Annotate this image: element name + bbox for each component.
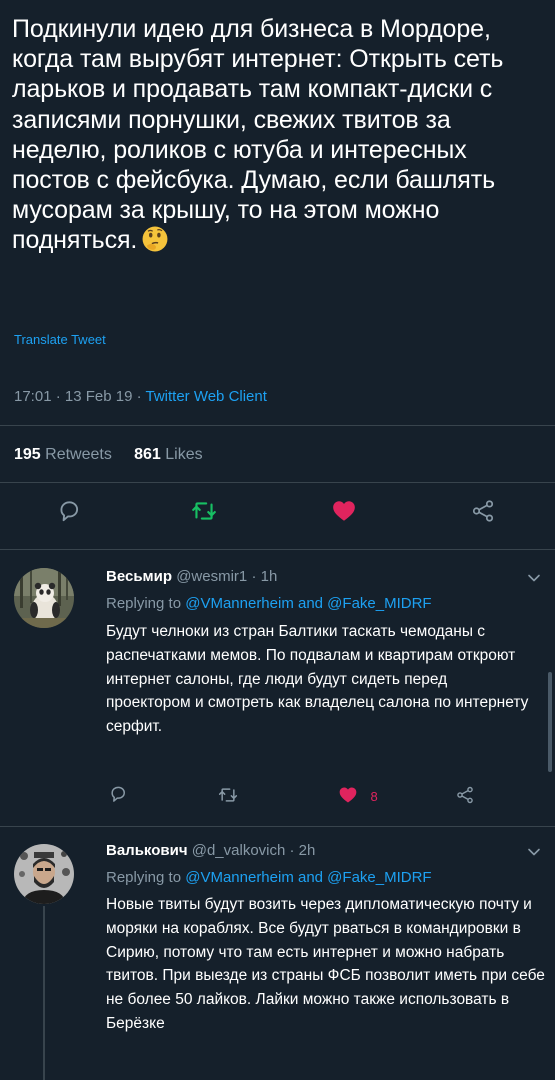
thinking-face-emoji	[142, 226, 168, 252]
divider	[0, 482, 555, 483]
tweet-text: Подкинули идею для бизнеса в Мордоре, ко…	[12, 14, 548, 256]
avatar[interactable]	[14, 568, 74, 628]
reply-icon[interactable]	[108, 784, 128, 804]
tweet-client-link[interactable]: Twitter Web Client	[145, 388, 266, 405]
retweets-count[interactable]: 195	[14, 446, 41, 463]
reply-author[interactable]: Весьмир @wesmir1 · 1h	[106, 568, 277, 585]
reply-text: Будут челноки из стран Балтики таскать ч…	[106, 623, 529, 736]
tweet-time: 17:01 · 13 Feb 19 ·	[14, 388, 146, 405]
retweet-icon[interactable]	[190, 498, 218, 524]
avatar-image	[14, 568, 74, 628]
reply-author-name[interactable]: Весьмир	[106, 568, 172, 585]
tweet-actions	[0, 498, 555, 538]
likes-count[interactable]: 861	[134, 446, 161, 463]
tweet-meta: 17:01 · 13 Feb 19 · Twitter Web Client	[14, 388, 267, 405]
avatar[interactable]	[14, 844, 74, 904]
like-count: 8	[370, 789, 378, 804]
share-icon[interactable]	[470, 498, 496, 524]
translate-tweet-link[interactable]: Translate Tweet	[14, 332, 106, 347]
share-icon[interactable]	[455, 785, 475, 805]
divider	[0, 425, 555, 426]
replying-to-prefix: Replying to	[106, 595, 186, 612]
avatar-image	[14, 844, 74, 904]
tweet-stats: 195 Retweets 861 Likes	[14, 446, 203, 464]
replying-to: Replying to @VMannerheim and @Fake_MIDRF	[106, 869, 432, 886]
retweets-label[interactable]: Retweets	[45, 446, 112, 463]
reply-text: Новые твиты будут возить через дипломати…	[106, 896, 545, 1032]
reply-author[interactable]: Валькович @d_valkovich · 2h	[106, 842, 315, 859]
replying-to-users[interactable]: @VMannerheim and @Fake_MIDRF	[185, 869, 431, 886]
chevron-down-icon[interactable]	[527, 571, 541, 585]
replying-to-prefix: Replying to	[106, 869, 186, 886]
reply-author-handle[interactable]: @d_valkovich · 2h	[192, 842, 316, 859]
reply-icon[interactable]	[56, 498, 82, 524]
like-action[interactable]: 8	[338, 785, 378, 806]
thread-line	[43, 906, 45, 1080]
reply-author-handle[interactable]: @wesmir1 · 1h	[176, 568, 277, 585]
chevron-down-icon[interactable]	[527, 845, 541, 859]
replying-to: Replying to @VMannerheim and @Fake_MIDRF	[106, 595, 432, 612]
heart-icon[interactable]	[330, 498, 358, 524]
divider	[0, 826, 555, 827]
retweet-icon[interactable]	[217, 785, 239, 805]
tweet-body: Подкинули идею для бизнеса в Мордоре, ко…	[12, 15, 504, 255]
reply-author-name[interactable]: Валькович	[106, 842, 188, 859]
likes-label[interactable]: Likes	[165, 446, 202, 463]
heart-icon[interactable]	[338, 785, 358, 805]
scrollbar[interactable]	[548, 672, 552, 772]
replying-to-users[interactable]: @VMannerheim and @Fake_MIDRF	[185, 595, 431, 612]
divider	[0, 549, 555, 550]
